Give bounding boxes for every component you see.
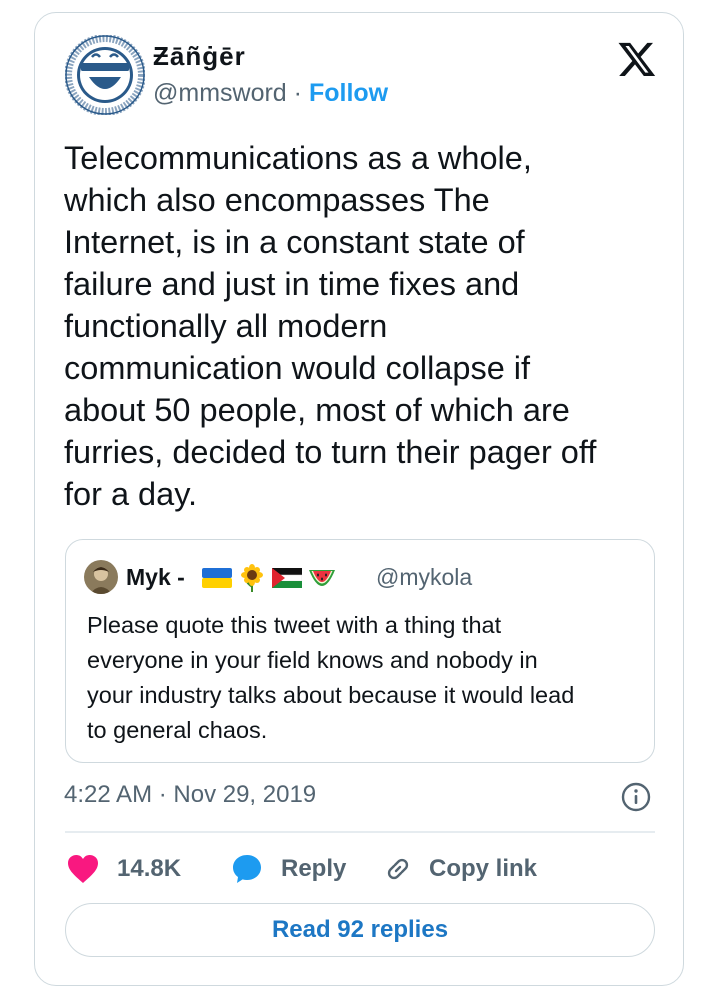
ukraine-flag-icon — [202, 568, 232, 588]
quote-text: Please quote this tweet with a thing tha… — [87, 608, 647, 748]
quote-line: your industry talks about because it wou… — [87, 682, 575, 708]
tweet-line: for a day. — [64, 476, 198, 512]
quote-author-name: Myk - — [126, 564, 185, 590]
like-button[interactable]: 14.8K — [67, 849, 181, 889]
follow-button[interactable]: Follow — [309, 79, 388, 107]
author-handle[interactable]: @mmsword — [153, 79, 287, 107]
tweet-card: Ƶāñġēr @mmsword · Follow Telecommunicati… — [34, 12, 684, 986]
quoted-tweet[interactable]: Myk - @mykola Please quote this tweet wi… — [65, 539, 655, 763]
heart-icon — [68, 855, 98, 883]
meta-separator: · — [293, 79, 302, 107]
tweet-line: furries, decided to turn their pager off — [64, 434, 597, 470]
read-replies-button[interactable]: Read 92 replies — [65, 903, 655, 957]
link-icon — [387, 858, 409, 880]
laughing-man-avatar[interactable] — [65, 35, 145, 115]
tweet-timestamp[interactable]: 4:22 AM · Nov 29, 2019 — [64, 781, 316, 809]
tweet-line: Telecommunications as a whole, — [64, 140, 532, 176]
info-icon[interactable] — [620, 781, 652, 813]
author-display-name[interactable]: Ƶāñġēr — [153, 41, 246, 72]
author-meta: @mmsword · Follow — [153, 79, 388, 108]
quote-author-emoji-flags — [202, 564, 336, 592]
tweet-line: about 50 people, most of which are — [64, 392, 570, 428]
quote-line: everyone in your field knows and nobody … — [87, 647, 538, 673]
tweet-text: Telecommunications as a whole, which als… — [64, 137, 654, 515]
palestine-flag-icon — [272, 568, 302, 588]
x-logo-icon[interactable] — [617, 39, 657, 79]
copy-link-button[interactable]: Copy link — [383, 849, 537, 889]
speech-bubble-icon — [233, 855, 261, 883]
watermelon-icon — [309, 570, 335, 586]
tweet-line: Internet, is in a constant state of — [64, 224, 525, 260]
tweet-line: communication would collapse if — [64, 350, 531, 386]
tweet-line: which also encompasses The — [64, 182, 490, 218]
divider — [65, 831, 655, 833]
sunflower-icon — [241, 564, 263, 592]
reply-button[interactable]: Reply — [231, 849, 346, 889]
quote-line: to general chaos. — [87, 717, 268, 743]
quote-author-handle: @mykola — [376, 564, 473, 590]
reply-label: Reply — [281, 855, 347, 882]
copy-link-label: Copy link — [429, 855, 538, 882]
tweet-line: failure and just in time fixes and — [64, 266, 520, 302]
like-count: 14.8K — [117, 855, 182, 882]
quote-author-avatar — [84, 560, 118, 594]
quote-line: Please quote this tweet with a thing tha… — [87, 612, 502, 638]
tweet-line: functionally all modern — [64, 308, 388, 344]
